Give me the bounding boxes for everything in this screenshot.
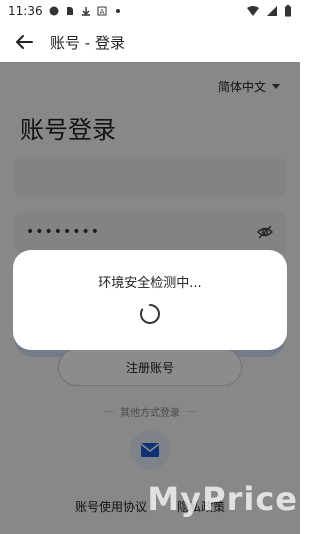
- status-time: 11:36: [8, 4, 43, 18]
- status-right-icons: [246, 5, 292, 17]
- status-icons: A: [49, 6, 123, 16]
- download-icon: [81, 7, 90, 16]
- signal-icon: [267, 6, 277, 16]
- wifi-icon: [247, 6, 259, 16]
- status-bar: 11:36 A: [0, 0, 300, 22]
- messenger-icon: [49, 6, 59, 16]
- svg-text:A: A: [99, 8, 104, 16]
- watermark: MyPrice: [147, 480, 298, 518]
- loading-spinner-icon: [140, 304, 160, 324]
- dialog-message: 环境安全检测中...: [98, 276, 202, 291]
- dot-icon: [115, 9, 120, 13]
- a-icon: A: [97, 6, 107, 16]
- page-title: 账号 - 登录: [50, 33, 125, 52]
- security-check-dialog: 环境安全检测中...: [13, 250, 287, 350]
- sim-icon: [66, 7, 73, 15]
- app-bar: 账号 - 登录: [0, 24, 300, 60]
- back-arrow-icon[interactable]: [14, 32, 34, 52]
- battery-icon: [285, 5, 291, 17]
